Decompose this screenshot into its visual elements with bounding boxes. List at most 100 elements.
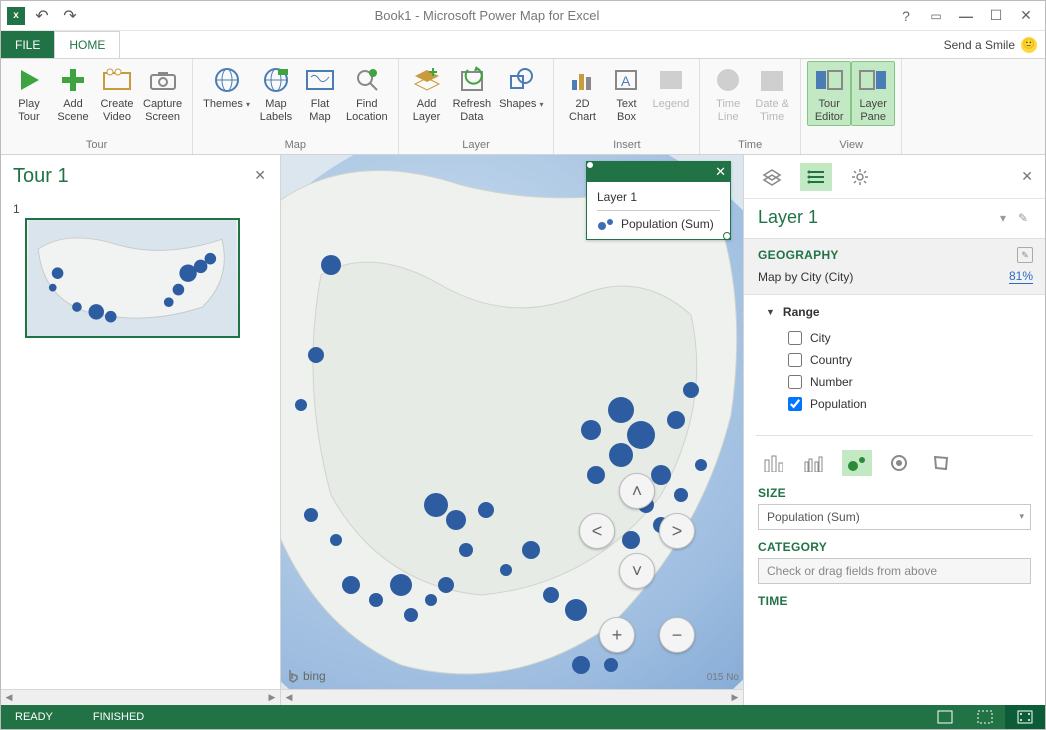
shapes-button[interactable]: Shapes ▾ <box>495 61 547 111</box>
find-location-button[interactable]: Find Location <box>342 61 392 123</box>
range-toggle[interactable]: ▼ Range <box>766 305 1031 319</box>
legend-popup[interactable]: ✕ Layer 1 Population (Sum) <box>586 161 731 240</box>
refresh-data-button[interactable]: Refresh Data <box>449 61 496 123</box>
view-mode-1-button[interactable] <box>925 705 965 729</box>
tilt-down-button[interactable]: ˅ <box>619 553 655 589</box>
smile-icon: 🙂 <box>1021 37 1037 53</box>
calendar-icon <box>756 64 788 96</box>
visualization-type-row <box>744 436 1045 476</box>
zoom-in-button[interactable]: + <box>599 617 635 653</box>
layer-collapse-button[interactable]: ▾ <box>993 211 1013 225</box>
group-label-tour: Tour <box>7 137 186 154</box>
layer-pane-button[interactable]: Layer Pane <box>851 61 895 126</box>
bubble-series-icon <box>597 217 615 231</box>
add-layer-button[interactable]: Add Layer <box>405 61 449 123</box>
view-mode-3-button[interactable] <box>1005 705 1045 729</box>
view-mode-2-button[interactable] <box>965 705 1005 729</box>
undo-button[interactable]: ↶ <box>31 5 53 27</box>
map-labels-button[interactable]: Map Labels <box>254 61 298 123</box>
layer-rename-button[interactable]: ✎ <box>1013 211 1033 225</box>
help-button[interactable]: ? <box>893 5 919 27</box>
legend-button[interactable]: Legend <box>648 61 693 111</box>
taskpane-tab-settings[interactable] <box>844 163 876 191</box>
rotate-left-button[interactable]: ˂ <box>579 513 615 549</box>
legend-close-button[interactable]: ✕ <box>715 164 726 180</box>
group-label-insert: Insert <box>560 137 693 154</box>
2d-chart-button[interactable]: 2D Chart <box>560 61 604 123</box>
tab-file[interactable]: FILE <box>1 31 54 58</box>
minimize-button[interactable]: — <box>953 5 979 27</box>
geography-edit-button[interactable]: ✎ <box>1017 247 1033 263</box>
play-tour-button[interactable]: Play Tour <box>7 61 51 123</box>
globe-icon <box>211 64 243 96</box>
rotate-right-button[interactable]: ˃ <box>659 513 695 549</box>
video-icon <box>101 64 133 96</box>
taskpane-tab-layers[interactable] <box>756 163 788 191</box>
field-checkbox-country[interactable]: Country <box>766 349 1031 371</box>
viz-bubble[interactable] <box>842 450 872 476</box>
send-a-smile-button[interactable]: Send a Smile 🙂 <box>936 31 1045 58</box>
category-field-well[interactable]: Check or drag fields from above <box>758 558 1031 584</box>
time-section: TIME <box>744 584 1045 614</box>
ribbon-tabs: FILE HOME Send a Smile 🙂 <box>1 31 1045 59</box>
field-checkbox-number[interactable]: Number <box>766 371 1031 393</box>
time-line-button[interactable]: Time Line <box>706 61 750 123</box>
field-checkbox-city[interactable]: City <box>766 327 1031 349</box>
legend-series-label: Population (Sum) <box>621 217 714 231</box>
layer-task-pane: ✕ Layer 1 ▾ ✎ GEOGRAPHY ✎ Map by City (C… <box>743 155 1045 705</box>
geography-header: GEOGRAPHY <box>758 248 1017 262</box>
viz-stacked-column[interactable] <box>758 450 788 476</box>
excel-icon: x <box>7 7 25 25</box>
clock-icon <box>712 64 744 96</box>
tab-home[interactable]: HOME <box>54 31 120 58</box>
play-icon <box>13 64 45 96</box>
add-scene-button[interactable]: Add Scene <box>51 61 95 123</box>
tour-editor-button[interactable]: Tour Editor <box>807 61 851 126</box>
refresh-icon <box>456 64 488 96</box>
taskpane-tabs: ✕ <box>744 155 1045 199</box>
window-title: Book1 - Microsoft Power Map for Excel <box>81 8 893 23</box>
redo-button[interactable]: ↷ <box>59 5 81 27</box>
category-header: CATEGORY <box>758 540 1031 554</box>
geography-section: GEOGRAPHY ✎ Map by City (City) 81% <box>744 238 1045 295</box>
text-box-button[interactable]: A Text Box <box>604 61 648 123</box>
close-button[interactable]: ✕ <box>1013 5 1039 27</box>
scene-thumbnail[interactable] <box>25 218 240 338</box>
canvas-scrollbar[interactable]: ◀▶ <box>281 689 743 705</box>
geography-confidence-link[interactable]: 81% <box>1009 269 1033 284</box>
resize-handle[interactable] <box>723 232 731 240</box>
viz-heatmap[interactable] <box>884 450 914 476</box>
ribbon-group-tour: Play Tour Add Scene Create Video Capture… <box>1 59 193 154</box>
zoom-out-button[interactable]: − <box>659 617 695 653</box>
taskpane-close-button[interactable]: ✕ <box>1021 168 1033 185</box>
viz-clustered-column[interactable] <box>800 450 830 476</box>
resize-handle[interactable] <box>586 161 594 169</box>
range-header: Range <box>783 305 820 319</box>
capture-screen-button[interactable]: Capture Screen <box>139 61 186 123</box>
maximize-button[interactable]: ☐ <box>983 5 1009 27</box>
scenes-scrollbar[interactable]: ◀▶ <box>1 689 280 705</box>
date-time-button[interactable]: Date & Time <box>750 61 794 123</box>
tilt-up-button[interactable]: ˄ <box>619 473 655 509</box>
viz-region[interactable] <box>926 450 956 476</box>
themes-button[interactable]: Themes ▾ <box>199 61 254 111</box>
flat-map-button[interactable]: Flat Map <box>298 61 342 123</box>
taskpane-layer-name: Layer 1 <box>758 207 818 228</box>
status-finished: FINISHED <box>93 711 144 723</box>
field-checkbox-population[interactable]: Population <box>766 393 1031 415</box>
bar-chart-icon <box>566 64 598 96</box>
scenes-panel: Tour 1 ✕ 1 <box>1 155 281 705</box>
size-dropdown-button[interactable]: ▾ <box>1019 511 1024 522</box>
shapes-icon <box>505 64 537 96</box>
create-video-button[interactable]: Create Video <box>95 61 139 123</box>
size-field-well[interactable]: Population (Sum) ▾ <box>758 504 1031 530</box>
taskpane-tab-fields[interactable] <box>800 163 832 191</box>
layer-pane-icon <box>857 64 889 96</box>
legend-icon <box>655 64 687 96</box>
plus-icon <box>57 64 89 96</box>
quick-access-toolbar: x ↶ ↷ <box>7 5 81 27</box>
tour-editor-icon <box>813 64 845 96</box>
map-canvas[interactable]: ✕ Layer 1 Population (Sum) ˄ ˂ ˃ ˅ + − b… <box>281 155 743 705</box>
close-scenes-button[interactable]: ✕ <box>254 167 266 184</box>
ribbon-options-button[interactable]: ▭ <box>923 5 949 27</box>
